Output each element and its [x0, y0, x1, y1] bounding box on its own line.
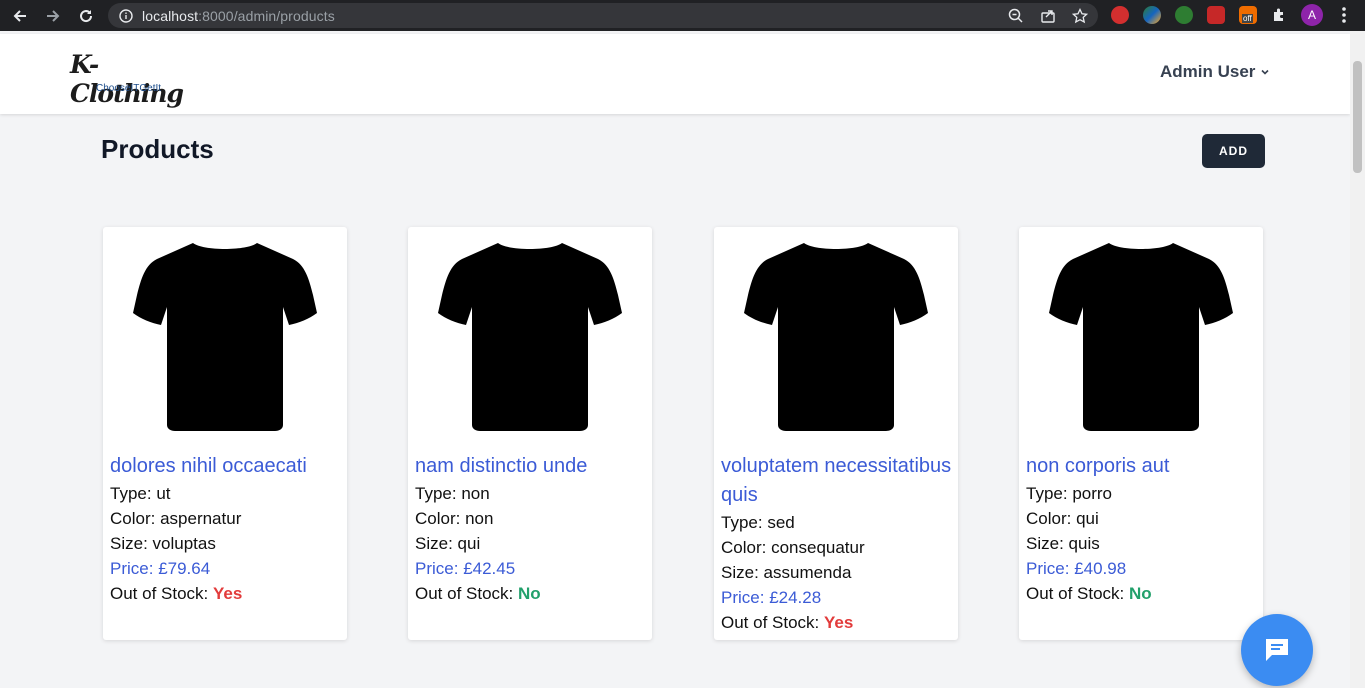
product-size: Size: quis: [1026, 534, 1100, 553]
product-stock: Out of Stock: Yes: [721, 613, 854, 632]
extension-icon[interactable]: [1111, 6, 1129, 24]
product-color: Color: qui: [1026, 509, 1099, 528]
product-type: Type: porro: [1026, 484, 1112, 503]
stock-status: No: [1129, 584, 1152, 603]
product-details: non corporis aut Type: porro Color: qui Siz…: [1026, 452, 1258, 606]
extension-icon[interactable]: [1143, 6, 1161, 24]
product-size: Size: qui: [415, 534, 481, 553]
product-card[interactable]: non corporis aut Type: porro Color: qui Siz…: [1019, 227, 1263, 640]
user-name: Admin User: [1160, 62, 1256, 81]
extension-icon[interactable]: [1175, 6, 1193, 24]
product-price: Price: £79.64: [110, 559, 211, 578]
chat-button[interactable]: [1241, 614, 1313, 686]
browser-toolbar: localhost:8000/admin/products off A: [0, 0, 1365, 31]
user-menu-dropdown[interactable]: Admin User: [1160, 62, 1270, 82]
forward-arrow-icon: [47, 9, 60, 22]
product-price: Price: £24.28: [721, 588, 822, 607]
product-name[interactable]: dolores nihil occaecati: [110, 452, 342, 481]
product-size: Size: assumenda: [721, 563, 852, 582]
chevron-down-icon: [1261, 69, 1269, 75]
product-type: Type: non: [415, 484, 490, 503]
product-stock: Out of Stock: Yes: [110, 584, 243, 603]
extensions-puzzle-icon[interactable]: [1271, 7, 1287, 23]
product-stock: Out of Stock: No: [1026, 584, 1152, 603]
tshirt-icon: [133, 243, 317, 431]
page-title: Products: [101, 134, 214, 164]
product-card[interactable]: voluptatem necessitatibus quis Type: sed C…: [714, 227, 958, 640]
info-icon[interactable]: [119, 8, 133, 23]
brand-name: K-Clothing: [70, 50, 184, 108]
product-card[interactable]: dolores nihil occaecati Type: ut Color: as…: [103, 227, 347, 640]
kebab-menu-icon[interactable]: [1340, 6, 1348, 24]
product-stock: Out of Stock: No: [415, 584, 541, 603]
extension-icon[interactable]: [1207, 6, 1225, 24]
product-name[interactable]: nam distinctio unde: [415, 452, 647, 481]
brand-tagline: ChooseITGetIt: [96, 83, 162, 94]
chat-icon: [1266, 639, 1288, 661]
product-type: Type: sed: [721, 513, 795, 532]
scrollbar-thumb[interactable]: [1353, 61, 1362, 173]
product-details: dolores nihil occaecati Type: ut Color: as…: [110, 452, 342, 606]
extension-icon[interactable]: off: [1239, 6, 1257, 24]
back-button[interactable]: [7, 3, 33, 29]
product-price: Price: £40.98: [1026, 559, 1127, 578]
product-color: Color: consequatur: [721, 538, 865, 557]
top-navbar: K-Clothing ChooseITGetIt Admin User: [0, 34, 1350, 114]
tshirt-icon: [744, 243, 928, 431]
product-details: voluptatem necessitatibus quis Type: sed C…: [721, 452, 953, 635]
star-icon[interactable]: [1072, 8, 1088, 24]
stock-status: Yes: [213, 584, 243, 603]
product-card[interactable]: nam distinctio unde Type: non Color: non Si…: [408, 227, 652, 640]
product-name[interactable]: non corporis aut: [1026, 452, 1258, 481]
tshirt-icon: [1049, 243, 1233, 431]
reload-button[interactable]: [73, 3, 99, 29]
back-arrow-icon: [13, 9, 26, 22]
brand-logo[interactable]: K-Clothing ChooseITGetIt: [70, 50, 200, 108]
add-product-button[interactable]: ADD: [1202, 134, 1265, 168]
product-color: Color: non: [415, 509, 494, 528]
zoom-icon[interactable]: [1008, 8, 1024, 24]
page-content: K-Clothing ChooseITGetIt Admin User Prod…: [0, 31, 1350, 688]
address-bar[interactable]: localhost:8000/admin/products: [108, 3, 1098, 28]
url-text: localhost:8000/admin/products: [142, 7, 335, 24]
product-name[interactable]: voluptatem necessitatibus quis: [721, 452, 953, 510]
product-details: nam distinctio unde Type: non Color: non Si…: [415, 452, 647, 606]
stock-status: No: [518, 584, 541, 603]
product-color: Color: aspernatur: [110, 509, 242, 528]
tshirt-icon: [438, 243, 622, 431]
share-icon[interactable]: [1040, 8, 1056, 24]
product-size: Size: voluptas: [110, 534, 216, 553]
profile-avatar[interactable]: A: [1301, 4, 1323, 26]
stock-status: Yes: [824, 613, 854, 632]
product-price: Price: £42.45: [415, 559, 516, 578]
reload-icon: [80, 9, 93, 22]
product-type: Type: ut: [110, 484, 171, 503]
page-scrollbar[interactable]: [1350, 31, 1365, 688]
forward-button[interactable]: [40, 3, 66, 29]
